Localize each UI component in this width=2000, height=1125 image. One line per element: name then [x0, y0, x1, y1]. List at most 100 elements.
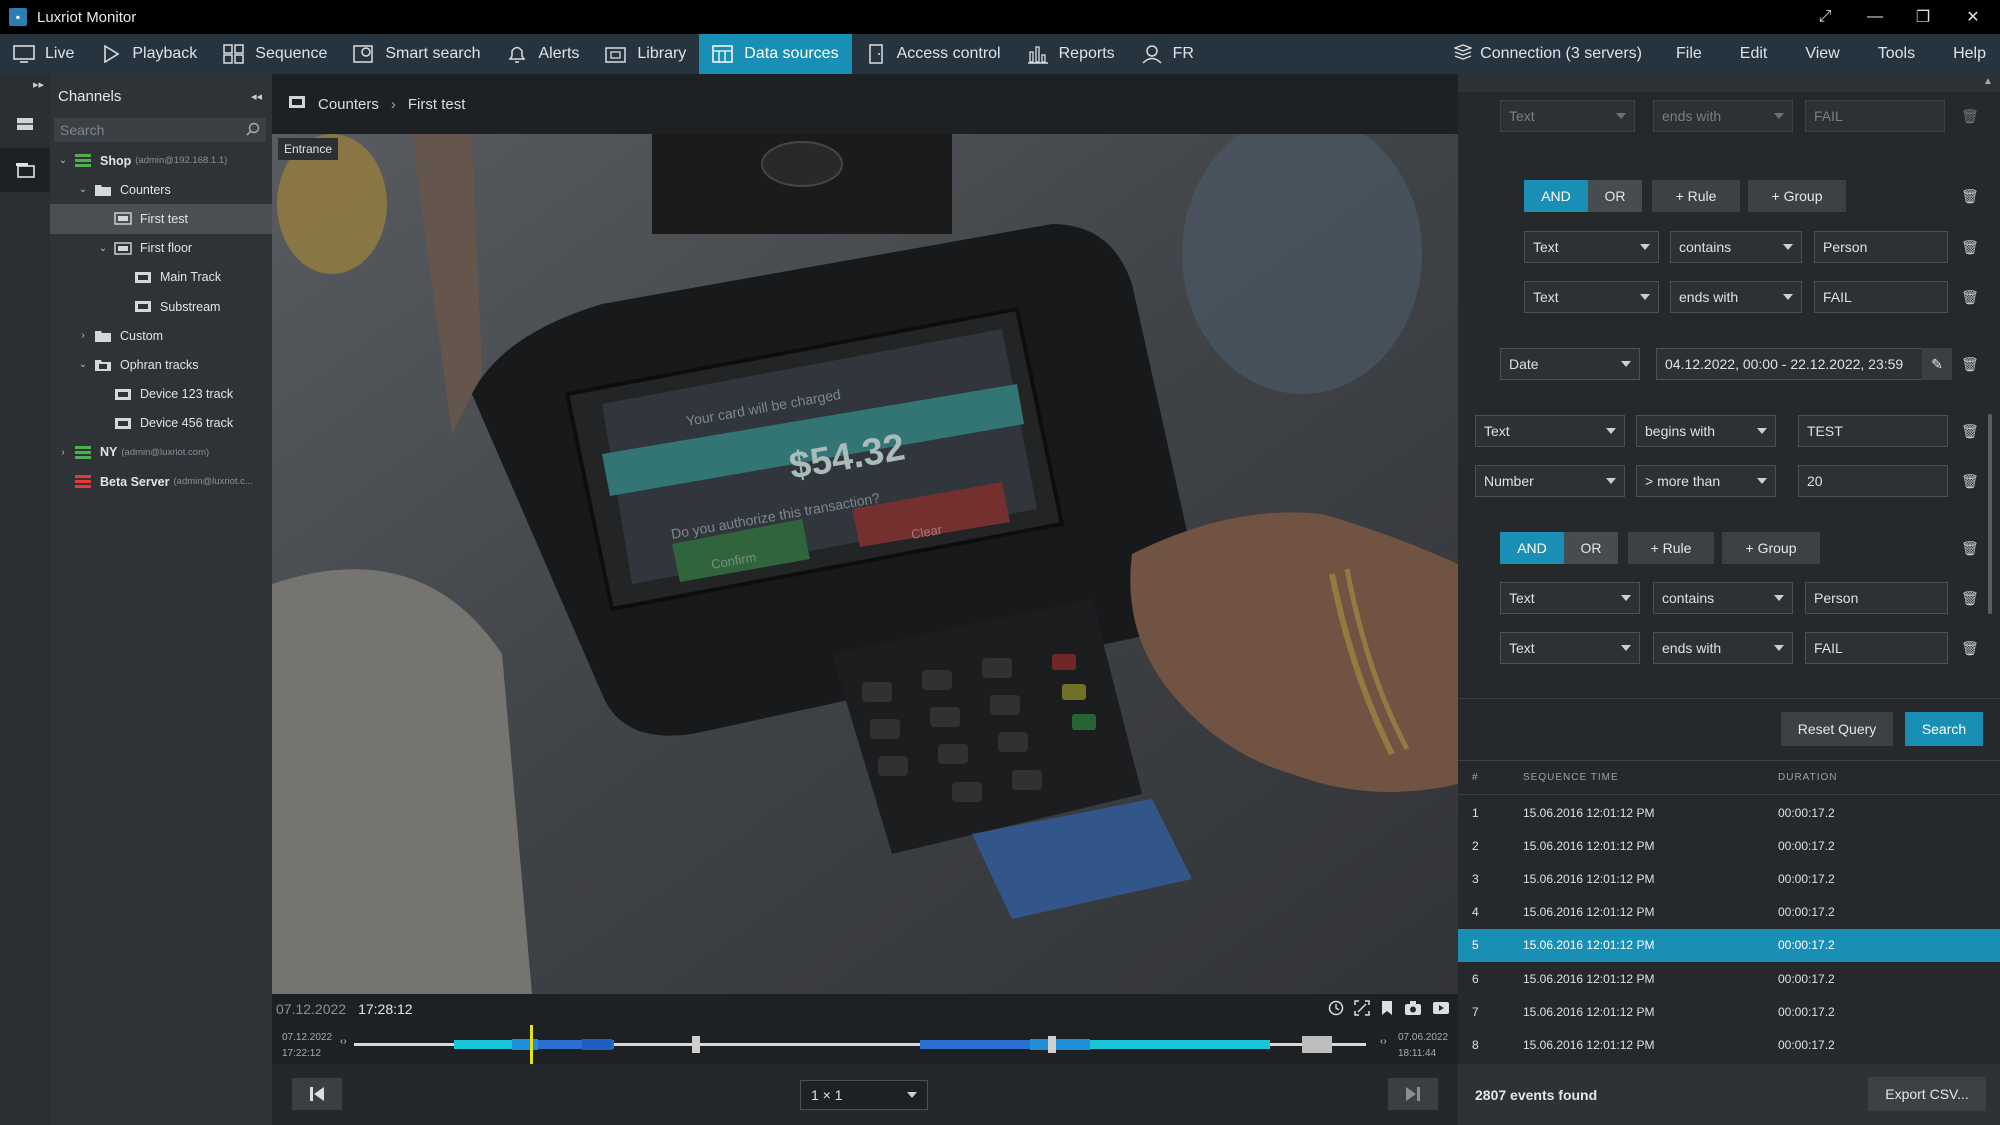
operator-select[interactable]: contains	[1653, 582, 1793, 614]
tree-item[interactable]: Device 123 track	[50, 380, 272, 409]
layout-tool-icon[interactable]	[0, 102, 50, 146]
reset-query-button[interactable]: Reset Query	[1781, 712, 1893, 746]
menu-tools[interactable]: Tools	[1878, 45, 1915, 63]
or-toggle[interactable]: OR	[1564, 532, 1618, 564]
expand-icon[interactable]: ⤢	[1810, 4, 1840, 30]
chevron-right-icon[interactable]: ›	[56, 447, 70, 458]
close-icon[interactable]: ✕	[1958, 4, 1988, 30]
operator-select[interactable]: ends with	[1670, 281, 1802, 313]
minimize-icon[interactable]: —	[1860, 4, 1890, 30]
add-group-button[interactable]: + Group	[1748, 180, 1846, 212]
tree-item[interactable]: Main Track	[50, 263, 272, 292]
menu-smart-search[interactable]: Smart search	[340, 34, 493, 74]
field-select[interactable]: Text	[1475, 415, 1625, 447]
menu-reports[interactable]: Reports	[1014, 34, 1128, 74]
value-input[interactable]: FAIL	[1805, 100, 1945, 132]
tree-item[interactable]: ⌄ Counters	[50, 175, 272, 204]
field-select[interactable]: Date	[1500, 348, 1640, 380]
scroll-up-icon[interactable]: ▲	[1983, 76, 1993, 87]
field-select[interactable]: Text	[1524, 231, 1659, 263]
add-rule-button[interactable]: + Rule	[1628, 532, 1714, 564]
table-row[interactable]: 4 15.06.2016 12:01:12 PM 00:00:17.2	[1458, 896, 2000, 929]
channel-search-input[interactable]: Search	[54, 118, 266, 142]
menu-edit[interactable]: Edit	[1740, 45, 1768, 63]
tree-item[interactable]: ⌄ Shop (admin@192.168.1.1)	[50, 146, 272, 175]
delete-rule-icon[interactable]: 🗑	[1961, 356, 1979, 372]
clock-icon[interactable]	[1328, 1000, 1344, 1019]
table-row[interactable]: 6 15.06.2016 12:01:12 PM 00:00:17.2	[1458, 962, 2000, 995]
query-scrollbar[interactable]	[1988, 414, 1992, 614]
field-select[interactable]: Text	[1500, 632, 1640, 664]
and-toggle[interactable]: AND	[1500, 532, 1564, 564]
delete-rule-icon[interactable]: 🗑	[1961, 239, 1979, 255]
operator-select[interactable]: ends with	[1653, 632, 1793, 664]
field-select[interactable]: Text	[1500, 100, 1635, 132]
menu-library[interactable]: Library	[592, 34, 699, 74]
menu-data-sources[interactable]: Data sources	[699, 34, 852, 74]
delete-rule-icon[interactable]: 🗑	[1961, 423, 1979, 439]
operator-select[interactable]: > more than	[1636, 465, 1776, 497]
tree-item[interactable]: Device 456 track	[50, 409, 272, 438]
tree-item[interactable]: Substream	[50, 292, 272, 321]
range-end-handle-icon[interactable]: ‹›	[1380, 1036, 1387, 1047]
table-row[interactable]: 3 15.06.2016 12:01:12 PM 00:00:17.2	[1458, 862, 2000, 895]
tree-item[interactable]: First test	[50, 204, 272, 234]
tree-item[interactable]: ⌄ Ophran tracks	[50, 350, 272, 379]
chevron-down-icon[interactable]: ⌄	[96, 243, 110, 254]
value-input[interactable]: 20	[1798, 465, 1948, 497]
export-csv-button[interactable]: Export CSV...	[1868, 1077, 1986, 1111]
delete-rule-icon[interactable]: 🗑	[1961, 590, 1979, 606]
chevron-right-icon[interactable]: ›	[76, 330, 90, 341]
zoom-fit-icon[interactable]	[1354, 999, 1370, 1019]
delete-group-icon[interactable]: 🗑	[1961, 188, 1979, 204]
playhead[interactable]	[530, 1025, 533, 1065]
operator-select[interactable]: contains	[1670, 231, 1802, 263]
operator-select[interactable]: begins with	[1636, 415, 1776, 447]
field-select[interactable]: Number	[1475, 465, 1625, 497]
edit-date-button[interactable]: ✎	[1922, 348, 1952, 380]
tree-item[interactable]: ⌄ First floor	[50, 234, 272, 263]
restore-icon[interactable]: ❐	[1908, 4, 1938, 30]
menu-sequence[interactable]: Sequence	[210, 34, 340, 74]
delete-rule-icon[interactable]: 🗑	[1961, 640, 1979, 656]
column-sequence-time[interactable]: SEQUENCE TIME	[1523, 772, 1619, 783]
menu-access-control[interactable]: Access control	[852, 34, 1014, 74]
menu-view[interactable]: View	[1805, 45, 1839, 63]
delete-rule-icon[interactable]: 🗑	[1961, 108, 1979, 124]
add-group-button[interactable]: + Group	[1722, 532, 1820, 564]
menu-fr[interactable]: FR	[1128, 34, 1207, 74]
column-duration[interactable]: DURATION	[1778, 772, 1837, 783]
collapse-panel-icon[interactable]: ◂◂	[251, 90, 262, 103]
menu-playback[interactable]: Playback	[87, 34, 210, 74]
skip-end-button[interactable]	[1388, 1078, 1438, 1110]
value-input[interactable]: FAIL	[1805, 632, 1948, 664]
menu-alerts[interactable]: Alerts	[493, 34, 592, 74]
export-video-icon[interactable]	[1432, 1000, 1450, 1019]
table-row[interactable]: 2 15.06.2016 12:01:12 PM 00:00:17.2	[1458, 829, 2000, 862]
operator-select[interactable]: ends with	[1653, 100, 1793, 132]
add-rule-button[interactable]: + Rule	[1652, 180, 1740, 212]
tree-item[interactable]: › NY (admin@luxriot.com)	[50, 438, 272, 467]
tree-item[interactable]: › Custom	[50, 321, 272, 350]
layout-select[interactable]: 1 × 1	[800, 1080, 928, 1110]
timeline[interactable]: 07.12.2022 17:22:12 ‹› ‹› 07.06.2022 18:…	[272, 1024, 1458, 1065]
table-row[interactable]: 1 15.06.2016 12:01:12 PM 00:00:17.2	[1458, 796, 2000, 829]
field-select[interactable]: Text	[1524, 281, 1659, 313]
value-input[interactable]: TEST	[1798, 415, 1948, 447]
bookmark-icon[interactable]	[1380, 1000, 1394, 1019]
chevron-down-icon[interactable]: ⌄	[56, 155, 70, 166]
snapshot-icon[interactable]	[1404, 1000, 1422, 1019]
tree-item[interactable]: Beta Server (admin@luxriot.c...	[50, 467, 272, 496]
chevron-down-icon[interactable]: ⌄	[76, 184, 90, 195]
chevron-down-icon[interactable]: ⌄	[76, 359, 90, 370]
delete-rule-icon[interactable]: 🗑	[1961, 289, 1979, 305]
and-toggle[interactable]: AND	[1524, 180, 1588, 212]
delete-rule-icon[interactable]: 🗑	[1961, 473, 1979, 489]
menu-help[interactable]: Help	[1953, 45, 1986, 63]
archive-tool-icon[interactable]	[0, 148, 50, 192]
menu-live[interactable]: Live	[0, 34, 87, 74]
value-input[interactable]: FAIL	[1814, 281, 1948, 313]
table-row[interactable]: 8 15.06.2016 12:01:12 PM 00:00:17.2	[1458, 1028, 2000, 1061]
value-input[interactable]: Person	[1805, 582, 1948, 614]
connection-button[interactable]: Connection (3 servers)	[1453, 43, 1642, 65]
